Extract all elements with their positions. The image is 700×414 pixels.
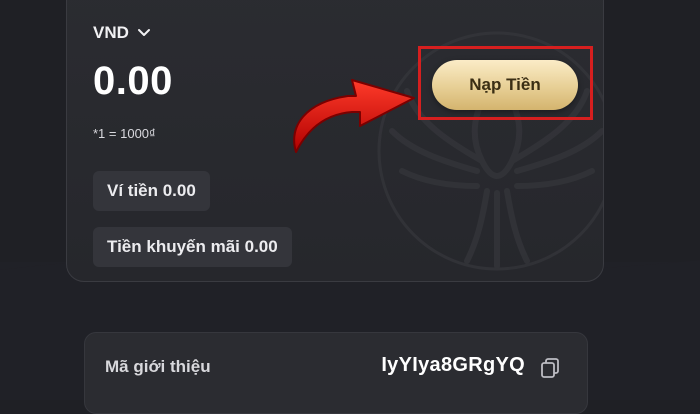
currency-label: VND bbox=[93, 23, 129, 42]
highlight-box-annotation bbox=[418, 46, 593, 120]
currency-selector[interactable]: VND bbox=[93, 23, 151, 43]
exchange-rate-note: *1 = 1000₫ bbox=[93, 126, 156, 141]
promo-balance-badge: Tiền khuyến mãi 0.00 bbox=[93, 227, 292, 267]
referral-code-box: Mã giới thiệu IyYIya8GRgYQ bbox=[84, 332, 588, 414]
red-arrow-annotation bbox=[293, 79, 415, 153]
referral-code: IyYIya8GRgYQ bbox=[381, 354, 525, 376]
referral-label: Mã giới thiệu bbox=[105, 357, 211, 376]
copy-icon[interactable] bbox=[539, 357, 561, 379]
wallet-balance-badge: Ví tiền 0.00 bbox=[93, 171, 210, 211]
chevron-down-icon bbox=[137, 29, 150, 36]
main-balance: 0.00 bbox=[93, 59, 173, 103]
